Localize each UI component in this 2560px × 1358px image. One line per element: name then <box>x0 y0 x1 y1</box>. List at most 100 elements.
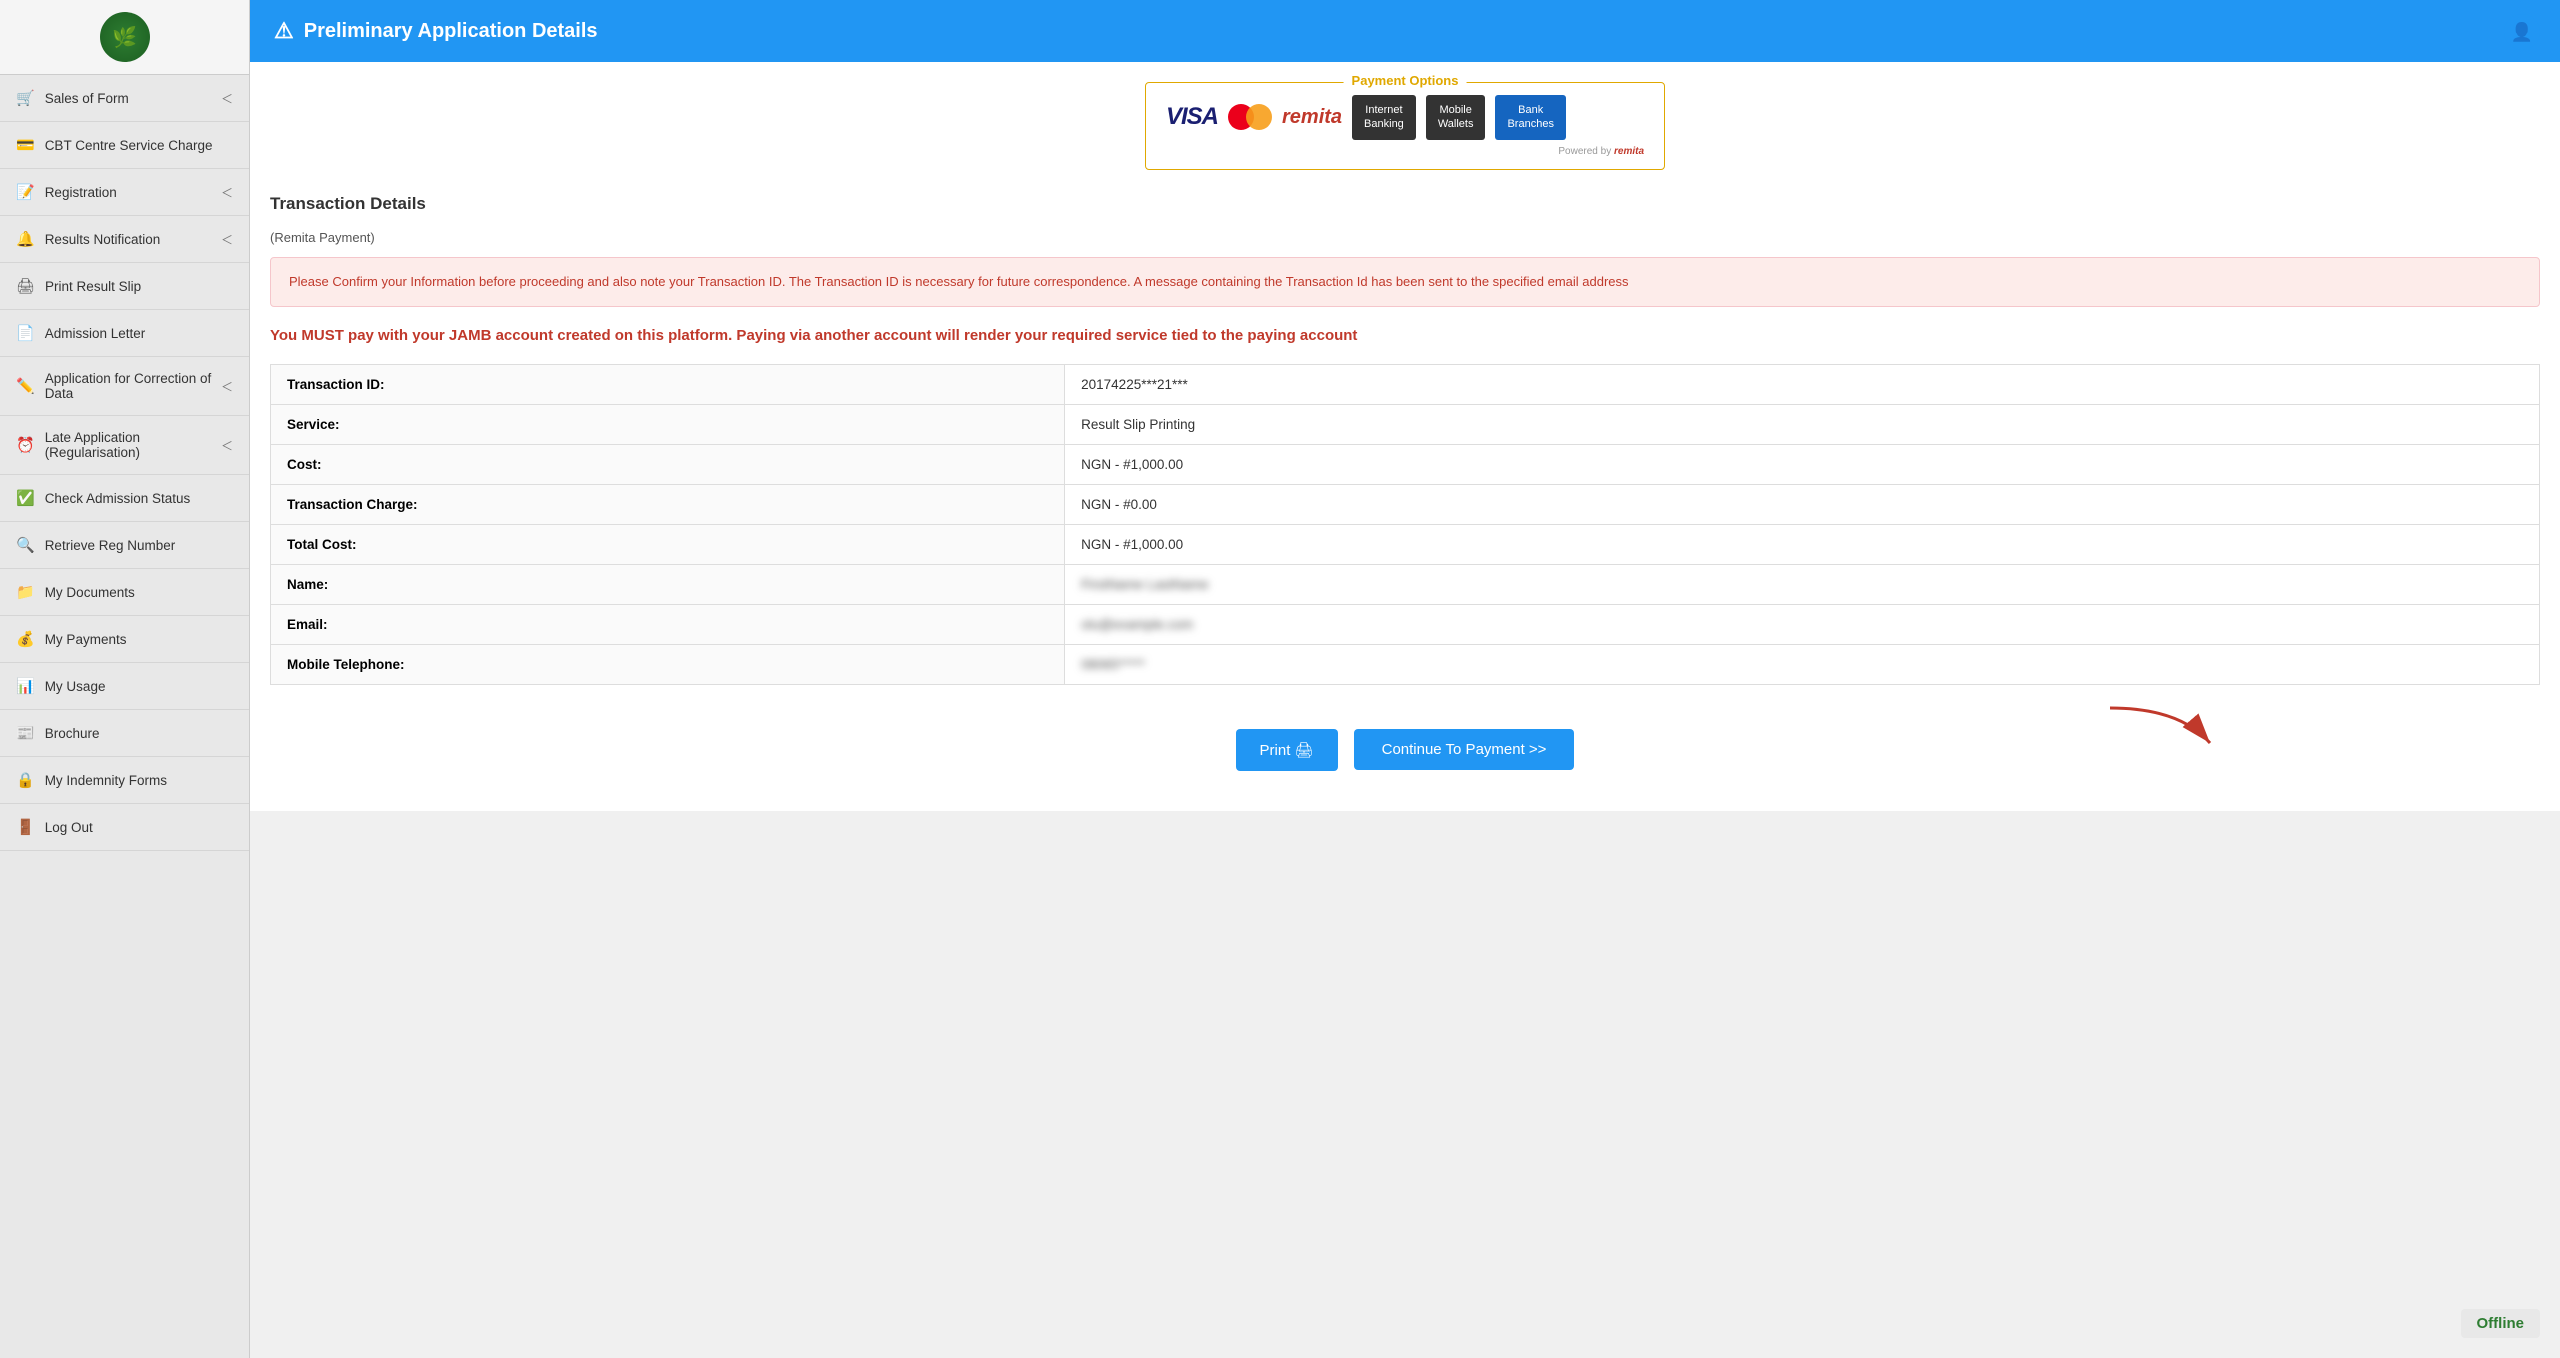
sidebar-icon-my-documents: 📁 <box>16 583 35 601</box>
mastercard-logo <box>1228 103 1272 131</box>
sidebar-item-application-correction[interactable]: ✏️ Application for Correction of Data ＜ <box>0 357 249 416</box>
blurred-value-6: olu@example.com <box>1081 617 1193 632</box>
table-row: Service:Result Slip Printing <box>271 404 2540 444</box>
bank-branches-btn[interactable]: BankBranches <box>1495 95 1565 140</box>
main-content: ⚠ Preliminary Application Details ▼ Paym… <box>250 0 2560 1358</box>
alert-message: Please Confirm your Information before p… <box>270 257 2540 308</box>
sidebar-item-my-usage[interactable]: 📊 My Usage <box>0 663 249 710</box>
sidebar-item-my-documents[interactable]: 📁 My Documents <box>0 569 249 616</box>
row-value-0: 20174225***21*** <box>1065 364 2540 404</box>
sidebar-icon-sales-of-form: 🛒 <box>16 89 35 107</box>
visa-logo: VISA <box>1166 103 1218 131</box>
sidebar: 🌿 🛒 Sales of Form ＜ 💳 CBT Centre Service… <box>0 0 250 1358</box>
row-label-6: Email: <box>271 604 1065 644</box>
row-value-7: 08065***** <box>1065 644 2540 684</box>
table-row: Total Cost:NGN - #1,000.00 <box>271 524 2540 564</box>
print-button[interactable]: Print 🖨 <box>1236 729 1338 771</box>
sidebar-item-cbt-centre[interactable]: 💳 CBT Centre Service Charge <box>0 122 249 169</box>
sidebar-label-my-payments: My Payments <box>45 632 127 647</box>
sidebar-label-my-indemnity: My Indemnity Forms <box>45 773 167 788</box>
sidebar-label-late-application: Late Application (Regularisation) <box>45 430 221 460</box>
sidebar-icon-cbt-centre: 💳 <box>16 136 35 154</box>
payment-options-box: Payment Options VISA remita InternetBank… <box>1145 82 1665 170</box>
offline-badge: Offline <box>2461 1309 2541 1338</box>
app-logo: 🌿 <box>100 12 150 62</box>
continue-payment-button[interactable]: Continue To Payment >> <box>1354 729 1575 770</box>
continue-label: Continue To Payment >> <box>1382 741 1547 758</box>
sidebar-item-brochure[interactable]: 📰 Brochure <box>0 710 249 757</box>
chevron-icon-late-application: ＜ <box>221 437 233 454</box>
transaction-section: Transaction Details (Remita Payment) Ple… <box>270 194 2540 685</box>
remita-logo: remita <box>1282 106 1342 129</box>
sidebar-label-my-usage: My Usage <box>45 679 106 694</box>
sidebar-item-results-notification[interactable]: 🔔 Results Notification ＜ <box>0 216 249 263</box>
remita-powered-label: remita <box>1614 146 1644 157</box>
row-label-0: Transaction ID: <box>271 364 1065 404</box>
table-row: Transaction ID:20174225***21*** <box>271 364 2540 404</box>
sidebar-item-sales-of-form[interactable]: 🛒 Sales of Form ＜ <box>0 75 249 122</box>
sidebar-item-log-out[interactable]: 🚪 Log Out <box>0 804 249 851</box>
sidebar-item-print-result-slip[interactable]: 🖨 Print Result Slip <box>0 263 249 310</box>
warning-icon: ⚠ <box>274 18 294 44</box>
sidebar-item-my-payments[interactable]: 💰 My Payments <box>0 616 249 663</box>
table-row: Transaction Charge:NGN - #0.00 <box>271 484 2540 524</box>
chevron-icon-application-correction: ＜ <box>221 378 233 395</box>
row-label-2: Cost: <box>271 444 1065 484</box>
sidebar-item-admission-letter[interactable]: 📄 Admission Letter <box>0 310 249 357</box>
sidebar-label-application-correction: Application for Correction of Data <box>45 371 221 401</box>
payment-logos: VISA remita InternetBanking MobileWallet… <box>1166 95 1644 140</box>
page-header: ⚠ Preliminary Application Details ▼ <box>250 0 2560 62</box>
sidebar-item-my-indemnity[interactable]: 🔒 My Indemnity Forms <box>0 757 249 804</box>
row-value-1: Result Slip Printing <box>1065 404 2540 444</box>
user-avatar[interactable]: 👤 <box>2504 14 2540 50</box>
sidebar-icon-log-out: 🚪 <box>16 818 35 836</box>
powered-by: Powered by remita <box>1166 146 1644 157</box>
section-title: Transaction Details <box>270 194 2540 214</box>
sidebar-item-check-admission[interactable]: ✅ Check Admission Status <box>0 475 249 522</box>
row-value-3: NGN - #0.00 <box>1065 484 2540 524</box>
sidebar-label-admission-letter: Admission Letter <box>45 326 146 341</box>
sidebar-label-check-admission: Check Admission Status <box>45 491 191 506</box>
sidebar-icon-my-indemnity: 🔒 <box>16 771 35 789</box>
arrow-indicator <box>2100 698 2220 761</box>
sidebar-label-registration: Registration <box>45 185 117 200</box>
table-row: Name: FirstName LastName <box>271 564 2540 604</box>
row-label-4: Total Cost: <box>271 524 1065 564</box>
blurred-value-5: FirstName LastName <box>1081 577 1209 592</box>
print-label: Print 🖨 <box>1260 741 1314 759</box>
sidebar-icon-my-payments: 💰 <box>16 630 35 648</box>
sidebar-icon-registration: 📝 <box>16 183 35 201</box>
row-value-2: NGN - #1,000.00 <box>1065 444 2540 484</box>
sidebar-label-my-documents: My Documents <box>45 585 135 600</box>
sidebar-icon-application-correction: ✏️ <box>16 377 35 395</box>
sidebar-icon-late-application: ⏰ <box>16 436 35 454</box>
table-row: Mobile Telephone:08065***** <box>271 644 2540 684</box>
sidebar-item-registration[interactable]: 📝 Registration ＜ <box>0 169 249 216</box>
row-label-5: Name: <box>271 564 1065 604</box>
sidebar-item-late-application[interactable]: ⏰ Late Application (Regularisation) ＜ <box>0 416 249 475</box>
mobile-wallets-btn[interactable]: MobileWallets <box>1426 95 1486 140</box>
warning-text: You MUST pay with your JAMB account crea… <box>270 325 2540 348</box>
page-title: Preliminary Application Details <box>304 20 598 43</box>
sidebar-icon-print-result-slip: 🖨 <box>16 277 35 295</box>
sidebar-icon-brochure: 📰 <box>16 724 35 742</box>
sidebar-icon-check-admission: ✅ <box>16 489 35 507</box>
row-value-5: FirstName LastName <box>1065 564 2540 604</box>
chevron-icon-registration: ＜ <box>221 184 233 201</box>
sidebar-icon-admission-letter: 📄 <box>16 324 35 342</box>
sidebar-icon-retrieve-reg: 🔍 <box>16 536 35 554</box>
internet-banking-btn[interactable]: InternetBanking <box>1352 95 1416 140</box>
sidebar-label-log-out: Log Out <box>45 820 93 835</box>
table-row: Cost:NGN - #1,000.00 <box>271 444 2540 484</box>
chevron-icon-results-notification: ＜ <box>221 231 233 248</box>
table-row: Email: olu@example.com <box>271 604 2540 644</box>
sidebar-label-sales-of-form: Sales of Form <box>45 91 129 106</box>
sidebar-label-results-notification: Results Notification <box>45 232 161 247</box>
sidebar-icon-results-notification: 🔔 <box>16 230 35 248</box>
sidebar-label-print-result-slip: Print Result Slip <box>45 279 141 294</box>
sidebar-item-retrieve-reg[interactable]: 🔍 Retrieve Reg Number <box>0 522 249 569</box>
remita-label: (Remita Payment) <box>270 230 2540 245</box>
row-label-3: Transaction Charge: <box>271 484 1065 524</box>
chevron-icon-sales-of-form: ＜ <box>221 90 233 107</box>
sidebar-label-cbt-centre: CBT Centre Service Charge <box>45 138 213 153</box>
